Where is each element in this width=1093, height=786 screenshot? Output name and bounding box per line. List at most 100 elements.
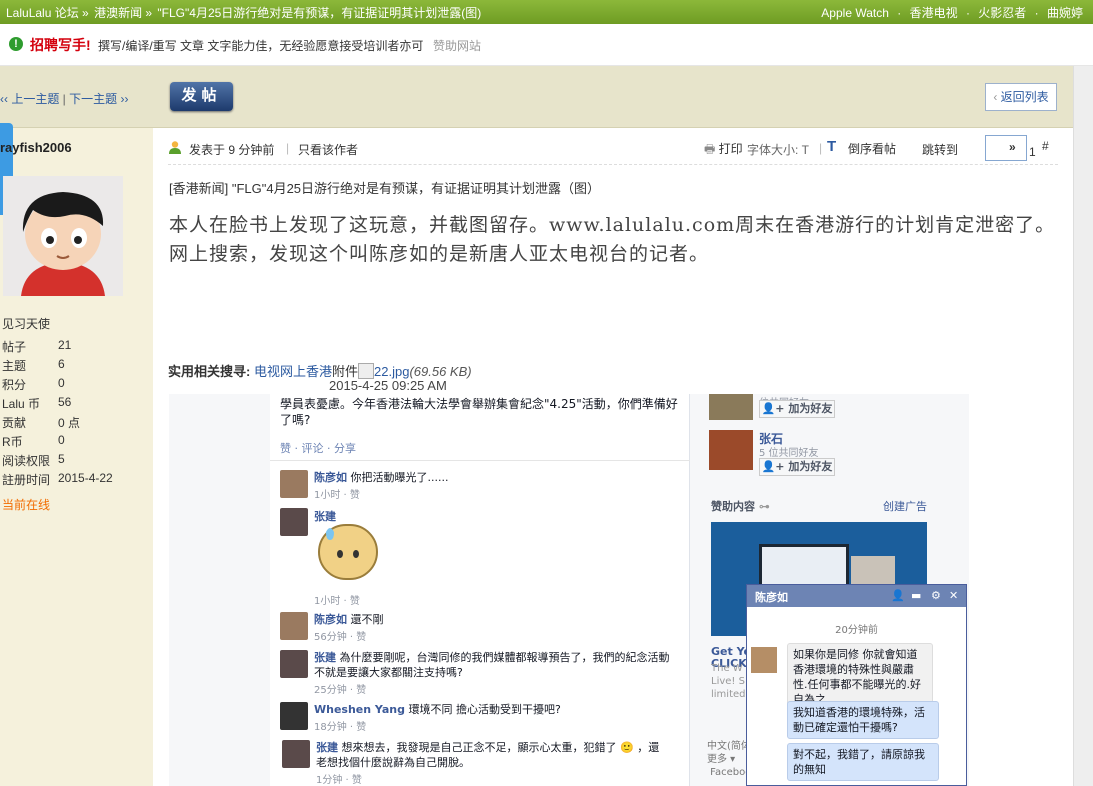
thread-toolbar: ‹‹ 上一主题 | 下一主题 ›› 发帖 ‹ 返回列表 — [0, 66, 1073, 128]
post-body-line: 网上搜索，发现这个叫陈彦如的是新唐人亚太电视台的记者。 — [169, 243, 710, 265]
fb-post-text: 學員表憂慮。今年香港法輪大法學會舉辦集會紀念"4.25"活動，你們準備好了嗎? — [280, 397, 678, 427]
jump-label: 跳转到 — [922, 143, 959, 157]
top-links: Apple Watch · 香港电视 · 火影忍者 · 曲婉婷 — [816, 4, 1083, 21]
fb-divider — [270, 460, 690, 461]
scrollbar-area[interactable] — [1073, 66, 1093, 786]
commenter-avatar — [280, 508, 308, 536]
fb-chat-window: 陈彦如 👤 ▬ ⚙ ✕ 20分钟前 如果你是同修 你就會知道香港環境的特殊性與嚴… — [746, 584, 967, 786]
print-link[interactable]: 🖶 打印 — [704, 140, 743, 161]
comment-body: 张建 想來想去，我發現是自己正念不足，顯示心太重，犯錯了 🙂 ，還老想找個什麼說… — [316, 740, 666, 770]
chat-avatar — [751, 647, 777, 673]
stat-label: 积分 — [2, 378, 27, 392]
jump-floor-input[interactable] — [985, 135, 1027, 161]
next-thread-link[interactable]: 下一主题 ›› — [69, 92, 128, 106]
breadcrumb-section[interactable]: 港澳新闻 » — [94, 6, 152, 20]
commenter-avatar — [280, 612, 308, 640]
floor-sign[interactable]: # — [1042, 139, 1049, 153]
stat-value: 56 — [58, 395, 72, 409]
chat-message: 對不起，我錯了，請原諒我的無知 — [787, 743, 939, 781]
cartoon-avatar-icon — [3, 176, 123, 296]
comment-time: 1分钟 · 赞 — [316, 775, 362, 786]
attachment-date: 2015-4-25 09:25 AM — [329, 378, 447, 393]
related-link-tv[interactable]: 电视 — [254, 364, 280, 379]
back-arrow-icon: ‹ — [993, 90, 1001, 104]
info-icon: ! — [9, 37, 23, 51]
add-friend-label: 加为好友 — [788, 460, 833, 473]
friend-avatar — [709, 394, 753, 420]
add-friend-icon: 👤+ — [761, 402, 785, 415]
reverse-order-link[interactable]: 倒序看帖 — [848, 140, 896, 157]
avatar[interactable] — [3, 176, 123, 296]
chat-timestamp: 20分钟前 — [835, 625, 878, 636]
attachment-link[interactable]: 22.jpg — [374, 364, 409, 379]
stat-value: 5 — [58, 452, 65, 466]
author-name[interactable]: rayfish2006 — [0, 140, 72, 155]
stat-value[interactable]: 21 — [58, 338, 71, 352]
breadcrumb: LaluLalu 论坛 » 港澳新闻 » "FLG"4月25日游行绝对是有预谋，… — [6, 4, 483, 21]
add-person-icon: 👤 — [891, 589, 905, 602]
comment-author: 张建 — [314, 651, 336, 664]
comment-author: 陈彦如 — [314, 613, 347, 626]
comment-text: 環境不同 擔心活動受到干擾吧? — [408, 703, 561, 716]
online-status: 当前在线 — [2, 498, 51, 512]
top-link-qu-wanting[interactable]: 曲婉婷 — [1047, 6, 1083, 20]
notice-text[interactable]: 撰写/编译/重写 文章 文字能力佳，无经验愿意接受培训者亦可 — [98, 37, 423, 54]
sponsored-text: 赞助内容 — [711, 500, 755, 513]
gear-icon: ⚙ — [931, 589, 941, 602]
comment-time: 56分钟 · 赞 — [314, 632, 367, 643]
stat-label: Lalu 币 — [2, 397, 41, 411]
sticker-face-icon — [326, 528, 359, 558]
comment-author: 张建 — [314, 510, 336, 523]
back-to-list-label: 返回列表 — [1000, 90, 1049, 104]
top-link-naruto[interactable]: 火影忍者 — [978, 6, 1026, 20]
font-size-large-icon[interactable]: T — [827, 138, 836, 155]
comment-time: 25分钟 · 赞 — [314, 685, 367, 696]
new-post-button[interactable]: 发帖 — [170, 82, 233, 111]
top-link-hk-tv[interactable]: 香港电视 — [910, 6, 958, 20]
only-author-link[interactable]: 只看该作者 — [298, 141, 358, 158]
stat-value: 0 点 — [58, 416, 81, 430]
comment-body: 张建 為什麼要剛呢，台灣同修的我們媒體都報導預告了，我們的紀念活動不就是要讓大家… — [314, 650, 674, 680]
font-divider: | — [819, 141, 823, 155]
related-link-hk-online[interactable]: 网上香港 — [280, 364, 332, 379]
add-friend-button: 👤+ 加为好友 — [759, 458, 835, 476]
sponsored-icon: ⊶ — [758, 500, 770, 513]
fb-post-actions: 赞 · 评论 · 分享 — [280, 442, 356, 455]
notice-sponsor: 赞助网站 — [433, 39, 482, 53]
user-icon — [169, 141, 181, 154]
sweat-face-sticker-icon — [318, 524, 378, 580]
comment-body: Wheshen Yang 環境不同 擔心活動受到干擾吧? — [314, 702, 561, 717]
video-call-icon: ▬ — [911, 589, 922, 602]
comment-author: 陈彦如 — [314, 471, 347, 484]
comment-text: 還不剛 — [350, 613, 384, 626]
commenter-avatar — [282, 740, 310, 768]
comment-author: Wheshen Yang — [314, 703, 406, 716]
stat-label: 阅读权限 — [2, 454, 51, 468]
close-icon: ✕ — [949, 589, 959, 602]
jump-go-arrow[interactable]: » — [1009, 140, 1016, 154]
add-friend-button: 👤+ 加为好友 — [759, 400, 835, 418]
header-divider: | — [286, 141, 290, 155]
comment-text: 為什麼要剛呢，台灣同修的我們媒體都報導預告了，我們的紀念活動不就是要讓大家都關注… — [314, 651, 670, 679]
top-link-sep: · — [965, 6, 970, 20]
stat-label: 帖子 — [2, 340, 27, 354]
commenter-avatar — [280, 650, 308, 678]
top-link-apple-watch[interactable]: Apple Watch — [821, 6, 889, 20]
comment-time: 1小时 · 赞 — [314, 596, 360, 607]
print-label: 打印 — [718, 142, 743, 156]
ad-text: The W Live! S limited — [711, 663, 746, 700]
top-breadcrumb-bar: LaluLalu 论坛 » 港澳新闻 » "FLG"4月25日游行绝对是有预谋，… — [0, 0, 1093, 24]
post-body: 本人在脸书上发现了这玩意，并截图留存。www.lalulalu.com周末在香港… — [169, 211, 1069, 269]
font-size-control[interactable]: 字体大小: T — [747, 141, 809, 158]
prev-thread-link[interactable]: ‹‹ 上一主题 — [0, 92, 59, 106]
back-to-list-button[interactable]: ‹ 返回列表 — [985, 83, 1057, 111]
stat-value: 2015-4-22 — [58, 471, 113, 485]
top-link-sep: · — [897, 6, 902, 20]
comment-time: 18分钟 · 赞 — [314, 722, 367, 733]
stat-value[interactable]: 6 — [58, 357, 65, 371]
notice-headline[interactable]: 招聘写手! — [30, 35, 91, 55]
author-rank: 见习天使 — [2, 317, 51, 331]
stat-label: R币 — [2, 435, 23, 449]
breadcrumb-forum[interactable]: LaluLalu 论坛 » — [6, 6, 89, 20]
add-friend-label: 加为好友 — [788, 402, 833, 415]
